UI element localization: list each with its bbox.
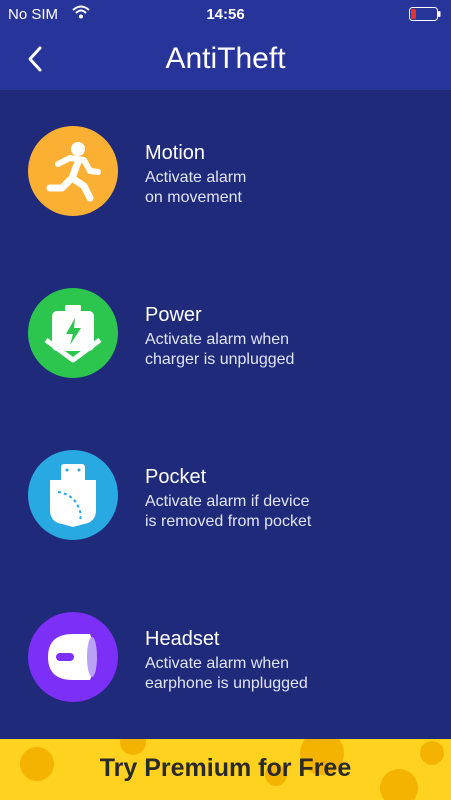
feature-motion[interactable]: Motion Activate alarm on movement: [0, 126, 451, 246]
earphone-icon: [28, 612, 118, 702]
premium-label: Try Premium for Free: [99, 754, 352, 782]
feature-description: Activate alarm when charger is unplugged: [145, 330, 405, 370]
feature-description-line: is removed from pocket: [145, 513, 312, 530]
pocket-phone-icon: [28, 450, 118, 540]
feature-title: Motion: [145, 142, 206, 164]
feature-description-line: Activate alarm: [145, 169, 247, 186]
battery-charging-icon: [28, 288, 118, 378]
feature-description: Activate alarm if device is removed from…: [145, 492, 405, 532]
feature-description-line: charger is unplugged: [145, 351, 295, 368]
feature-description: Activate alarm on movement: [145, 168, 405, 208]
feature-title: Headset: [145, 628, 220, 650]
decor-circle: [120, 739, 146, 755]
page-title: AntiTheft: [165, 42, 286, 75]
feature-description-line: earphone is unplugged: [145, 675, 308, 692]
feature-description-line: Activate alarm when: [145, 655, 290, 672]
feature-description: Activate alarm when earphone is unplugge…: [145, 654, 405, 694]
feature-title: Pocket: [145, 466, 207, 488]
status-time: 14:56: [206, 6, 245, 23]
running-person-icon: [28, 126, 118, 216]
battery-low-icon: [409, 7, 441, 21]
feature-description-line: Activate alarm when: [145, 331, 290, 348]
status-bar: No SIM 14:56: [0, 0, 451, 30]
feature-power[interactable]: Power Activate alarm when charger is unp…: [0, 288, 451, 408]
nav-bar: AntiTheft: [0, 30, 451, 90]
feature-pocket[interactable]: Pocket Activate alarm if device is remov…: [0, 450, 451, 570]
feature-description-line: on movement: [145, 189, 242, 206]
feature-headset[interactable]: Headset Activate alarm when earphone is …: [0, 612, 451, 732]
feature-description-line: Activate alarm if device: [145, 493, 310, 510]
feature-title: Power: [145, 304, 202, 326]
try-premium-button[interactable]: Try Premium for Free: [0, 739, 451, 800]
